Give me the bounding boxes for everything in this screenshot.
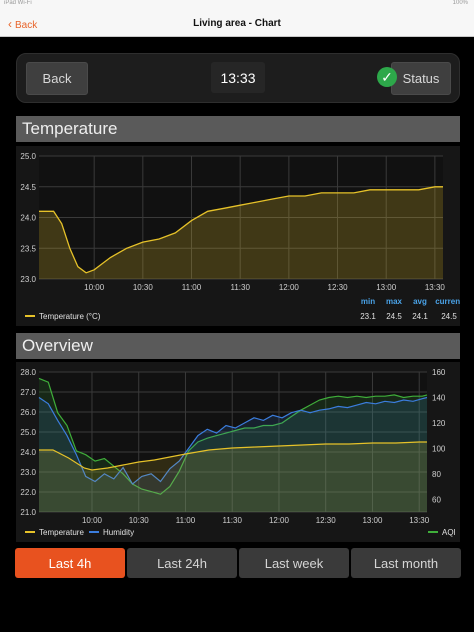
x-tick-label: 10:00 (82, 516, 103, 525)
stats-header-current: current (435, 297, 460, 306)
legend-label-aqi: AQI (442, 528, 456, 537)
overview-panel: 28.0 27.0 26.0 25.0 24.0 23.0 22.0 21.0 160 140 12… (16, 362, 460, 542)
y-tick-label: 25.0 (20, 152, 36, 161)
y2-tick-label: 100 (432, 444, 446, 453)
y-tick-label: 22.0 (20, 488, 36, 497)
x-tick-label: 13:00 (362, 516, 383, 525)
y-tick-label: 23.0 (20, 275, 36, 284)
y-tick-label: 21.0 (20, 508, 36, 517)
stats-value-current: 24.5 (441, 312, 457, 321)
status-button[interactable]: Status (391, 62, 451, 95)
y-tick-label: 24.0 (20, 448, 36, 457)
x-tick-label: 13:00 (376, 283, 397, 292)
back-button[interactable]: Back (26, 62, 88, 95)
x-tick-label: 12:00 (279, 283, 300, 292)
tab-last-month[interactable]: Last month (351, 548, 461, 578)
x-tick-label: 11:30 (223, 516, 243, 525)
tab-last-4h[interactable]: Last 4h (15, 548, 125, 578)
x-tick-label: 10:30 (129, 516, 150, 525)
overview-section-header: Overview (16, 333, 460, 359)
stats-value-min: 23.1 (360, 312, 376, 321)
x-tick-label: 13:30 (425, 283, 446, 292)
y2-tick-label: 80 (432, 470, 441, 479)
x-tick-label: 13:30 (409, 516, 430, 525)
period-tabs: Last 4h Last 24h Last week Last month (15, 548, 461, 578)
legend-label-temperature: Temperature (39, 528, 84, 537)
x-tick-label: 11:00 (182, 283, 202, 292)
x-tick-label: 10:30 (133, 283, 154, 292)
y2-tick-label: 60 (432, 495, 441, 504)
status-bar-right: 100% (452, 0, 468, 6)
x-tick-label: 11:30 (230, 283, 250, 292)
y-tick-label: 25.0 (20, 428, 36, 437)
x-tick-label: 12:30 (328, 283, 349, 292)
y2-tick-label: 160 (432, 368, 446, 377)
y-tick-label: 28.0 (20, 368, 36, 377)
y-tick-label: 26.0 (20, 408, 36, 417)
temperature-panel: 25.0 24.5 24.0 23.5 23.0 10:00 10:30 11:00 11:30… (16, 146, 463, 326)
y-tick-label: 24.5 (20, 183, 36, 192)
tab-last-24h[interactable]: Last 24h (127, 548, 237, 578)
temperature-section-header: Temperature (16, 116, 460, 142)
x-tick-label: 11:00 (176, 516, 196, 525)
navigation-bar: iPad Wi-Fi 100% ‹ Back Living area - Char… (0, 0, 474, 37)
temperature-chart: 25.0 24.5 24.0 23.5 23.0 10:00 10:30 11:00 11:30… (20, 152, 463, 321)
x-tick-label: 12:30 (316, 516, 337, 525)
y-tick-label: 27.0 (20, 388, 36, 397)
checkmark-icon: ✓ (377, 67, 397, 87)
legend-label-temperature: Temperature (°C) (39, 312, 101, 321)
legend-label-humidity: Humidity (103, 528, 134, 537)
tab-last-week[interactable]: Last week (239, 548, 349, 578)
status-bar-left: iPad Wi-Fi (4, 0, 32, 6)
overview-chart: 28.0 27.0 26.0 25.0 24.0 23.0 22.0 21.0 160 140 12… (20, 368, 456, 537)
x-tick-label: 10:00 (84, 283, 105, 292)
y-tick-label: 23.5 (20, 244, 36, 253)
stats-header-max: max (386, 297, 403, 306)
y2-tick-label: 120 (432, 419, 446, 428)
stats-header-min: min (361, 297, 375, 306)
page-title: Living area - Chart (193, 18, 281, 29)
y2-tick-label: 140 (432, 393, 446, 402)
y-tick-label: 23.0 (20, 468, 36, 477)
y-tick-label: 24.0 (20, 214, 36, 223)
stats-value-max: 24.5 (386, 312, 402, 321)
stats-value-avg: 24.1 (412, 312, 428, 321)
toolbar: Back 13:33 ✓ Status (16, 53, 460, 103)
x-tick-label: 12:00 (269, 516, 290, 525)
current-time: 13:33 (211, 62, 265, 93)
stats-header-avg: avg (413, 297, 427, 306)
